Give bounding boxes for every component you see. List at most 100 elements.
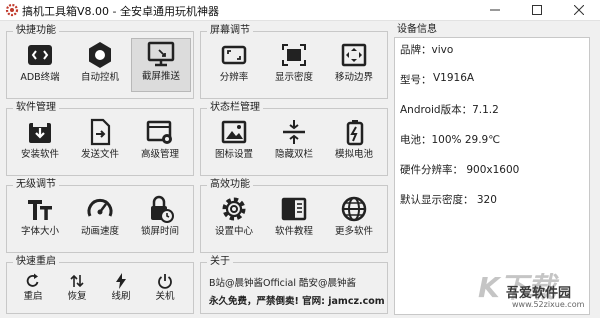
device-model-label: 型号： xyxy=(400,74,432,86)
animation-speed-label: 动画速度 xyxy=(80,226,119,237)
group-statusbar: 状态栏管理 图标设置 隐藏双栏 模拟电池 xyxy=(200,101,388,176)
terminal-icon xyxy=(28,45,52,65)
group-wireless-title: 无级调节 xyxy=(13,178,59,192)
device-battery: 电池：100% 29.9℃ xyxy=(400,134,501,146)
more-software-button[interactable]: 更多软件 xyxy=(325,194,383,238)
device-hw-resolution: 硬件分辨率： 900x1600 xyxy=(400,164,520,176)
adb-terminal-button[interactable]: ADB终端 xyxy=(11,40,69,84)
power-icon xyxy=(158,274,172,289)
screen-cast-button[interactable]: 截屏推送 xyxy=(131,38,191,92)
advanced-manage-button[interactable]: 高级管理 xyxy=(131,117,189,161)
speedometer-icon xyxy=(87,198,113,217)
group-advanced: 高效功能 设置中心 软件教程 更多软件 xyxy=(200,178,388,253)
density-icon xyxy=(282,44,306,66)
more-software-label: 更多软件 xyxy=(334,226,373,237)
move-border-label: 移动边界 xyxy=(334,72,373,83)
device-brand: 品牌：vivo xyxy=(400,44,454,56)
resolution-button[interactable]: 分辨率 xyxy=(205,40,263,84)
maximize-button[interactable] xyxy=(516,0,558,20)
advanced-manage-icon xyxy=(146,120,172,144)
group-screen-title: 屏幕调节 xyxy=(207,24,253,38)
site-watermark: K下载 吾爱软件园 www.52zixue.com xyxy=(476,266,598,316)
restart-label: 重启 xyxy=(23,291,43,302)
move-border-icon xyxy=(341,43,367,67)
recovery-button[interactable]: 恢复 xyxy=(57,273,97,303)
tutorial-label: 软件教程 xyxy=(274,226,313,237)
group-quick-title: 快捷功能 xyxy=(13,24,59,38)
move-border-button[interactable]: 移动边界 xyxy=(325,40,383,84)
icon-settings-label: 图标设置 xyxy=(214,149,253,160)
group-reboot: 快速重启 重启 恢复 线刷 关机 xyxy=(6,255,194,314)
group-software-title: 软件管理 xyxy=(13,101,59,115)
lock-timer-icon xyxy=(151,195,174,223)
auto-control-label: 自动控机 xyxy=(80,72,119,83)
maximize-icon xyxy=(532,5,542,15)
group-software: 软件管理 安装软件 发送文件 高级管理 xyxy=(6,101,194,176)
font-size-label: 字体大小 xyxy=(20,226,59,237)
lock-timer-button[interactable]: 锁屏时间 xyxy=(131,194,189,238)
advanced-manage-label: 高级管理 xyxy=(140,149,179,160)
group-about: 关于 B站@晨钟酱Official 酷安@晨钟酱 永久免费，严禁倒卖! 官网: … xyxy=(200,255,388,314)
font-size-button[interactable]: 字体大小 xyxy=(11,194,69,238)
tutorial-button[interactable]: 软件教程 xyxy=(265,194,323,238)
group-statusbar-title: 状态栏管理 xyxy=(207,101,263,115)
screen-cast-label: 截屏推送 xyxy=(141,71,180,82)
minimize-icon xyxy=(490,9,500,11)
watermark-site-name: 吾爱软件园 xyxy=(506,286,572,301)
close-icon xyxy=(574,5,584,15)
title-bar: 搞机工具箱V8.00 - 全安卓通用玩机神器 xyxy=(0,0,600,21)
resolution-icon xyxy=(221,45,247,65)
settings-center-label: 设置中心 xyxy=(214,226,253,237)
device-android-version: Android版本：7.1.2 xyxy=(400,104,499,116)
auto-control-button[interactable]: 自动控机 xyxy=(71,40,129,84)
restart-icon xyxy=(26,273,39,287)
density-label: 显示密度 xyxy=(274,72,313,83)
adb-terminal-label: ADB终端 xyxy=(20,72,60,83)
restart-button[interactable]: 重启 xyxy=(13,273,53,303)
flash-button[interactable]: 线刷 xyxy=(101,273,141,303)
simulate-battery-button[interactable]: 模拟电池 xyxy=(325,117,383,161)
watermark-url: www.52zixue.com xyxy=(512,300,585,309)
about-website-line: 永久免费，严禁倒卖! 官网: jamcz.com xyxy=(209,296,385,307)
flash-label: 线刷 xyxy=(111,291,131,302)
send-file-icon xyxy=(90,118,111,146)
font-size-icon xyxy=(28,200,52,220)
recovery-label: 恢复 xyxy=(67,291,87,302)
icon-settings-button[interactable]: 图标设置 xyxy=(205,117,263,161)
resolution-label: 分辨率 xyxy=(219,72,249,83)
power-off-button[interactable]: 关机 xyxy=(145,273,185,303)
gear-icon xyxy=(222,197,246,221)
density-button[interactable]: 显示密度 xyxy=(265,40,323,84)
minimize-button[interactable] xyxy=(474,0,516,20)
animation-speed-button[interactable]: 动画速度 xyxy=(71,194,129,238)
group-reboot-title: 快速重启 xyxy=(13,255,59,269)
globe-icon xyxy=(341,196,367,222)
group-about-title: 关于 xyxy=(207,255,233,269)
install-icon xyxy=(29,123,51,143)
about-social-line: B站@晨钟酱Official 酷安@晨钟酱 xyxy=(209,278,357,289)
screen-cast-icon xyxy=(147,41,175,67)
recovery-icon xyxy=(70,274,84,288)
hide-bars-label: 隐藏双栏 xyxy=(274,149,313,160)
flash-icon xyxy=(116,273,126,289)
device-density: 默认显示密度： 320 xyxy=(400,194,497,206)
book-icon xyxy=(281,197,307,221)
install-label: 安装软件 xyxy=(20,149,59,160)
window-title: 搞机工具箱V8.00 - 全安卓通用玩机神器 xyxy=(22,5,219,18)
settings-center-button[interactable]: 设置中心 xyxy=(205,194,263,238)
power-off-label: 关机 xyxy=(155,291,175,302)
send-file-button[interactable]: 发送文件 xyxy=(71,117,129,161)
hide-bars-button[interactable]: 隐藏双栏 xyxy=(265,117,323,161)
battery-icon xyxy=(346,120,364,146)
send-file-label: 发送文件 xyxy=(80,149,119,160)
group-wireless: 无级调节 字体大小 动画速度 锁屏时间 xyxy=(6,178,194,253)
hexagon-icon xyxy=(89,42,111,68)
install-button[interactable]: 安装软件 xyxy=(11,117,69,161)
close-button[interactable] xyxy=(558,0,600,20)
hide-bars-icon xyxy=(283,120,305,144)
lock-timer-label: 锁屏时间 xyxy=(140,226,179,237)
device-info-title: 设备信息 xyxy=(394,23,440,37)
image-icon xyxy=(221,120,247,144)
app-gear-icon xyxy=(5,3,19,17)
simulate-battery-label: 模拟电池 xyxy=(334,149,373,160)
